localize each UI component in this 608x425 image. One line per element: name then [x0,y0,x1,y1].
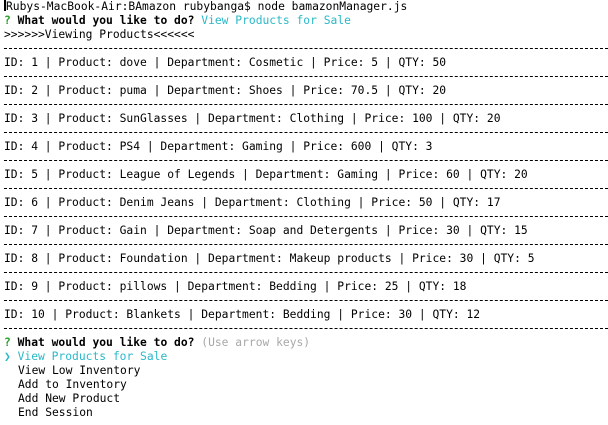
menu-item-add-to-inventory[interactable]: Add to Inventory [4,378,608,392]
question-mark-icon: ? [4,336,11,349]
question-mark-icon: ? [4,14,11,27]
product-row: ID: 9 | Product: pillows | Department: B… [4,280,467,293]
menu-item-add-new-product[interactable]: Add New Product [4,392,608,406]
row-separator [4,238,608,252]
question-text: What would you like to do? [17,336,195,349]
first-question-line: ? What would you like to do? View Produc… [4,14,608,28]
row-separator [4,182,608,196]
question-text: What would you like to do? [17,14,195,27]
terminal-window[interactable]: Rubys-MacBook-Air:BAmazon rubybanga$ nod… [4,0,608,425]
product-row: ID: 3 | Product: SunGlasses | Department… [4,112,501,125]
question-answer: View Products for Sale [201,14,351,27]
menu-item-end-session[interactable]: End Session [4,406,608,420]
menu-item-view-low-inventory[interactable]: View Low Inventory [4,364,608,378]
row-separator [4,154,608,168]
row-separator [4,266,608,280]
row-separator [4,42,608,56]
menu-item-label: View Low Inventory [18,364,141,377]
pointer-chevron-icon: ❯ [4,350,11,363]
product-row: ID: 1 | Product: dove | Department: Cosm… [4,56,447,69]
product-row: ID: 8 | Product: Foundation | Department… [4,252,535,265]
row-separator [4,210,608,224]
shell-host: Rubys-MacBook-Air:BAmazon rubybanga$ [6,0,251,13]
row-separator [4,70,608,84]
product-row: ID: 4 | Product: PS4 | Department: Gamin… [4,140,433,153]
row-separator [4,98,608,112]
menu-item-label: Add to Inventory [18,378,127,391]
viewing-banner: >>>>>>Viewing Products<<<<<< [4,28,195,41]
row-separator [4,126,608,140]
shell-command: node bamazonManager.js [257,0,408,13]
product-row: ID: 2 | Product: puma | Department: Shoe… [4,84,447,97]
product-row: ID: 5 | Product: League of Legends | Dep… [4,168,528,181]
arrow-keys-hint: (Use arrow keys) [201,336,311,349]
second-question-line: ? What would you like to do? (Use arrow … [4,336,608,350]
product-row: ID: 10 | Product: Blankets | Department:… [4,308,481,321]
row-separator [4,294,608,308]
row-separator [4,322,608,336]
menu-item-label: View Products for Sale [17,350,168,363]
menu-item-label: Add New Product [18,392,121,405]
product-row: ID: 7 | Product: Gain | Department: Soap… [4,224,528,237]
menu-item-label: End Session [18,406,93,419]
menu-item-view-products[interactable]: ❯ View Products for Sale [4,350,608,364]
product-row: ID: 6 | Product: Denim Jeans | Departmen… [4,196,501,209]
shell-prompt-line: Rubys-MacBook-Air:BAmazon rubybanga$ nod… [4,0,608,14]
